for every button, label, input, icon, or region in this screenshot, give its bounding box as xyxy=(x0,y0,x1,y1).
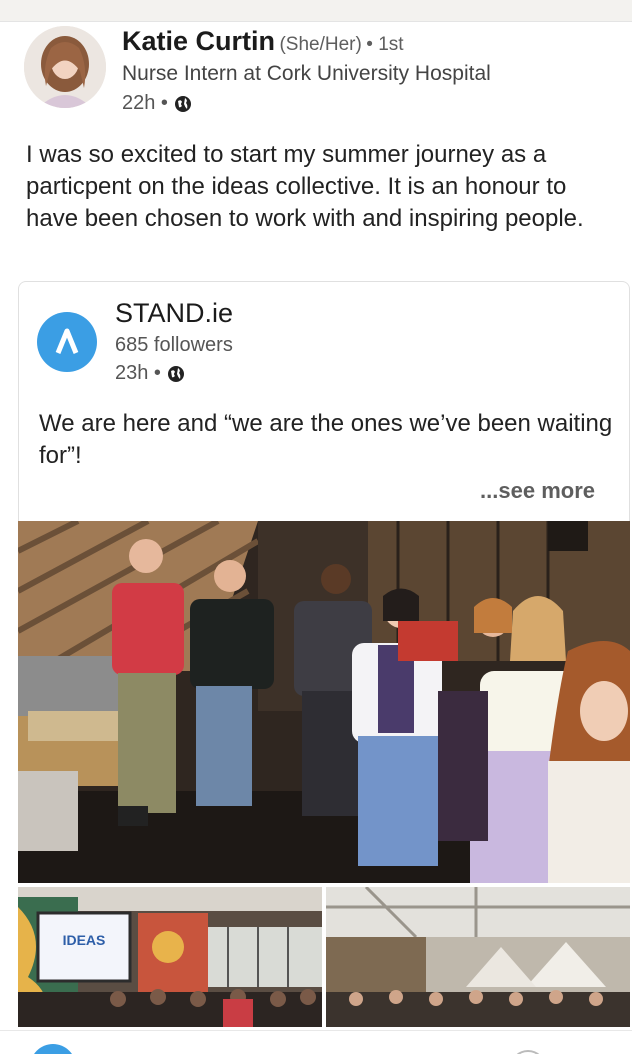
shared-post-card[interactable]: STAND.ie 685 followers 23h • We are here… xyxy=(18,281,630,521)
globe-icon xyxy=(174,95,192,113)
author-headline: Nurse Intern at Cork University Hospital xyxy=(122,62,491,85)
post-time: 22h • xyxy=(122,92,168,114)
connection-degree: • 1st xyxy=(366,34,404,55)
org-followers: 685 followers xyxy=(115,334,233,356)
shared-post-meta: 23h • xyxy=(115,362,185,385)
group-photo[interactable] xyxy=(18,521,630,883)
author-name[interactable]: Katie Curtin xyxy=(122,26,275,56)
shared-post-time: 23h • xyxy=(115,362,161,384)
cafe-room-photo[interactable] xyxy=(326,887,630,1027)
org-logo[interactable] xyxy=(37,312,97,372)
post-meta: 22h • xyxy=(122,92,192,115)
post-body-text: I was so excited to start my summer jour… xyxy=(26,141,584,232)
shared-post-text: We are here and “we are the ones we’ve b… xyxy=(39,410,613,469)
feed-bottom-divider xyxy=(0,1030,632,1054)
feed-top-divider xyxy=(0,0,632,22)
author-avatar[interactable] xyxy=(24,26,106,108)
caret-up-icon xyxy=(55,328,79,354)
globe-icon xyxy=(167,365,185,383)
author-pronouns: (She/Her) xyxy=(279,34,362,55)
org-name[interactable]: STAND.ie xyxy=(115,298,233,329)
projector-slide-text: IDEAS xyxy=(63,932,106,948)
post-author-header[interactable]: Katie Curtin (She/Her) • 1st Nurse Inter… xyxy=(24,26,624,116)
projector-room-photo[interactable]: IDEAS xyxy=(18,887,322,1027)
see-more-link[interactable]: ...see more xyxy=(480,478,595,504)
